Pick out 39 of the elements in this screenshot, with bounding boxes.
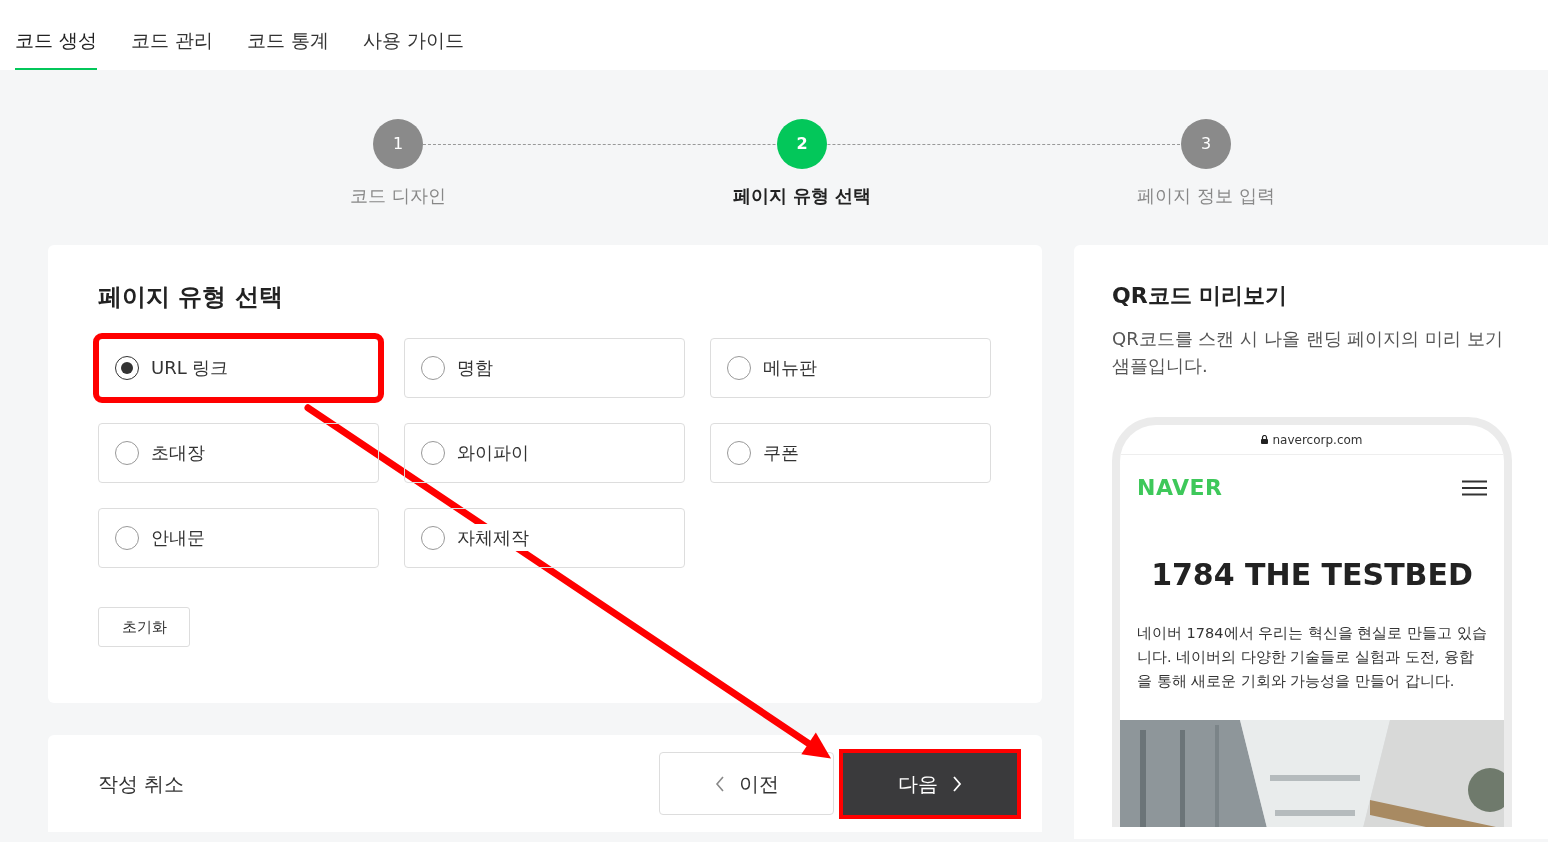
nav-tab[interactable]: 코드 통계 xyxy=(247,0,330,70)
chevron-left-icon xyxy=(714,775,725,792)
radio-button[interactable] xyxy=(421,525,445,550)
step-number: 3 xyxy=(1181,119,1231,169)
chevron-right-icon xyxy=(952,775,962,792)
reset-button[interactable]: 초기화 xyxy=(98,606,190,647)
preview-title: QR코드 미리보기 xyxy=(1112,283,1289,310)
step-label: 코드 디자인 xyxy=(350,184,446,208)
page-type-option[interactable]: 와이파이 xyxy=(404,422,685,483)
step-number: 1 xyxy=(373,119,423,169)
section-title: 페이지 유형 선택 xyxy=(98,283,284,312)
step-number: 2 xyxy=(777,119,827,169)
page-paragraph: 네이버 1784에서 우리는 혁신을 현실로 만들고 있습니다. 네이버의 다양한 기술들로 실험과 도전, 융합을 통해 새로운 기회와 가능성을 만들어 갑니다. xyxy=(1136,624,1488,692)
radio-button[interactable] xyxy=(727,355,751,380)
logo: NAVER xyxy=(1137,474,1223,503)
radio-button[interactable] xyxy=(115,355,139,380)
radio-button[interactable] xyxy=(115,440,139,465)
radio-button[interactable] xyxy=(421,440,445,465)
page-type-option[interactable]: 자체제작 xyxy=(404,507,685,568)
nav-tab[interactable]: 사용 가이드 xyxy=(363,0,465,70)
page-type-option[interactable]: 쿠폰 xyxy=(710,422,991,483)
radio-button[interactable] xyxy=(727,440,751,465)
preview-description: QR코드를 스캔 시 나올 랜딩 페이지의 미리 보기 샘플입니다. xyxy=(1112,327,1504,379)
nav-tab[interactable]: 코드 생성 xyxy=(15,0,98,70)
step-label: 페이지 정보 입력 xyxy=(1137,184,1275,208)
menu-icon[interactable] xyxy=(1462,479,1487,496)
radio-button[interactable] xyxy=(421,355,445,380)
nav-tab[interactable]: 코드 관리 xyxy=(131,0,214,70)
step-label: 페이지 유형 선택 xyxy=(732,184,872,208)
url-text: navercorp.com xyxy=(1272,431,1363,449)
previous-button[interactable]: 이전 xyxy=(659,752,834,815)
radio-button[interactable] xyxy=(115,525,139,550)
lock-icon xyxy=(1261,435,1269,445)
page-heading: 1784 THE TESTBED xyxy=(1150,556,1474,595)
page-type-option[interactable]: 명함 xyxy=(404,337,685,398)
cancel-link[interactable]: 작성 취소 xyxy=(98,768,185,799)
page-type-option[interactable]: 메뉴판 xyxy=(710,337,991,398)
page-type-option[interactable]: 안내문 xyxy=(98,507,379,568)
page-type-option[interactable]: 초대장 xyxy=(98,422,379,483)
